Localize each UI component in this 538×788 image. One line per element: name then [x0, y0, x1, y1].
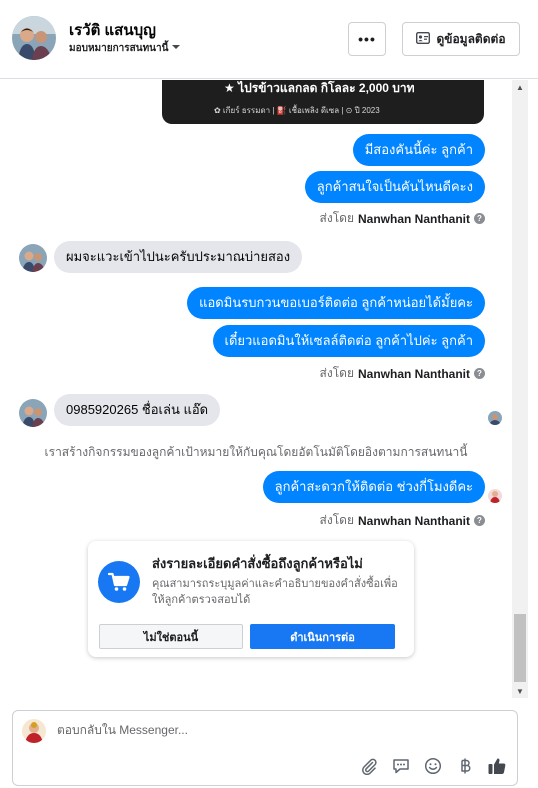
promo-headline: ★ ไปรข้าวแลกลด กิโลละ 2,000 บาท: [224, 81, 415, 95]
caret-down-icon: [171, 43, 181, 54]
send-order-details-card: ส่งรายละเอียดคำสั่งซื้อถึงลูกค้าหรือไม่ …: [88, 541, 414, 657]
assign-conversation-dropdown[interactable]: มอบหมายการสนทนานี้: [69, 41, 181, 56]
paperclip-icon[interactable]: [358, 755, 380, 777]
contact-card-icon: [416, 31, 431, 47]
lead-activity-note: เราสร้างกิจกรรมของลูกค้าเป้าหมายให้กับคุ…: [44, 445, 468, 459]
reply-input[interactable]: [57, 723, 457, 737]
assign-label: มอบหมายการสนทนานี้: [69, 43, 169, 54]
message-thread[interactable]: ★ ไปรข้าวแลกลด กิโลละ 2,000 บาท ✿ เกียร์…: [0, 80, 528, 698]
card-title: ส่งรายละเอียดคำสั่งซื้อถึงลูกค้าหรือไม่: [152, 556, 363, 571]
outgoing-message[interactable]: มีสองคันนี้ค่ะ ลูกค้า: [352, 134, 485, 166]
incoming-message[interactable]: 0985920265 ชื่อเล่น แอ๊ด: [54, 394, 221, 426]
sent-by-prefix: ส่งโดย: [319, 513, 354, 527]
chat-scrollbar-track[interactable]: [512, 80, 528, 698]
sent-by-name: Nanwhan Nanthanit: [357, 513, 470, 528]
reply-composer: [12, 710, 518, 786]
outgoing-message[interactable]: ลูกค้าสนใจเป็นคันไหนดีคะง: [304, 171, 485, 203]
agent-seen-avatar: [488, 489, 502, 503]
conversation-header: เรวัติ แสนบุญ มอบหมายการสนทนานี้ ••• ดูข…: [0, 0, 538, 79]
sent-by-prefix: ส่งโดย: [319, 211, 354, 225]
sent-by-name: Nanwhan Nanthanit: [357, 211, 470, 226]
view-contact-info-label: ดูข้อมูลติดต่อ: [436, 31, 506, 46]
help-icon[interactable]: ?: [474, 515, 485, 526]
car-promo-image[interactable]: ★ ไปรข้าวแลกลด กิโลละ 2,000 บาท ✿ เกียร์…: [162, 80, 484, 124]
continue-button[interactable]: ดำเนินการต่อ: [250, 624, 395, 649]
scroll-down-arrow-icon[interactable]: ▼: [512, 684, 528, 698]
view-contact-info-button[interactable]: ดูข้อมูลติดต่อ: [402, 22, 520, 56]
contact-name: เรวัติ แสนบุญ: [69, 22, 156, 39]
sent-by-prefix: ส่งโดย: [319, 366, 354, 380]
outgoing-message[interactable]: ลูกค้าสะดวกให้ติดต่อ ช่วงกี่โมงดีคะ: [262, 471, 485, 503]
sent-by-label: ส่งโดย Nanwhan Nanthanit ?: [320, 364, 485, 383]
sent-by-name: Nanwhan Nanthanit: [357, 366, 470, 381]
more-options-button[interactable]: •••: [348, 22, 386, 56]
card-description: คุณสามารถระบุมูลค่าและคำอธิบายของคำสั่งซ…: [152, 578, 398, 606]
seen-indicator-avatar: [488, 411, 502, 425]
outgoing-message[interactable]: แอดมินรบกวนขอเบอร์ติดต่อ ลูกค้าหน่อยได้ม…: [187, 287, 485, 319]
thumbs-up-icon[interactable]: [486, 755, 508, 777]
baht-icon[interactable]: [454, 755, 476, 777]
contact-avatar-small: [19, 399, 47, 427]
not-now-button[interactable]: ไม่ใช่ตอนนี้: [99, 624, 243, 649]
contact-avatar-small: [19, 244, 47, 272]
sent-by-label: ส่งโดย Nanwhan Nanthanit ?: [320, 511, 485, 530]
promo-details: ✿ เกียร์ ธรรมดา | ⛽ เชื้อเพลิง ดีเซล | ⊙…: [214, 106, 380, 115]
sent-by-label: ส่งโดย Nanwhan Nanthanit ?: [320, 209, 485, 228]
incoming-message[interactable]: ผมจะแวะเข้าไปนะครับประมาณบ่ายสอง: [54, 241, 303, 273]
outgoing-message[interactable]: เดี๋ยวแอดมินให้เซลล์ติดต่อ ลูกค้าไปค่ะ ล…: [212, 325, 485, 357]
chat-bubble-icon[interactable]: [390, 755, 412, 777]
help-icon[interactable]: ?: [474, 213, 485, 224]
page-avatar: [22, 719, 46, 743]
contact-avatar[interactable]: [12, 16, 56, 60]
shopping-cart-icon: [98, 561, 140, 603]
scroll-up-arrow-icon[interactable]: ▲: [512, 80, 528, 94]
help-icon[interactable]: ?: [474, 368, 485, 379]
chat-scrollbar-thumb[interactable]: [514, 614, 526, 682]
smiley-icon[interactable]: [422, 755, 444, 777]
